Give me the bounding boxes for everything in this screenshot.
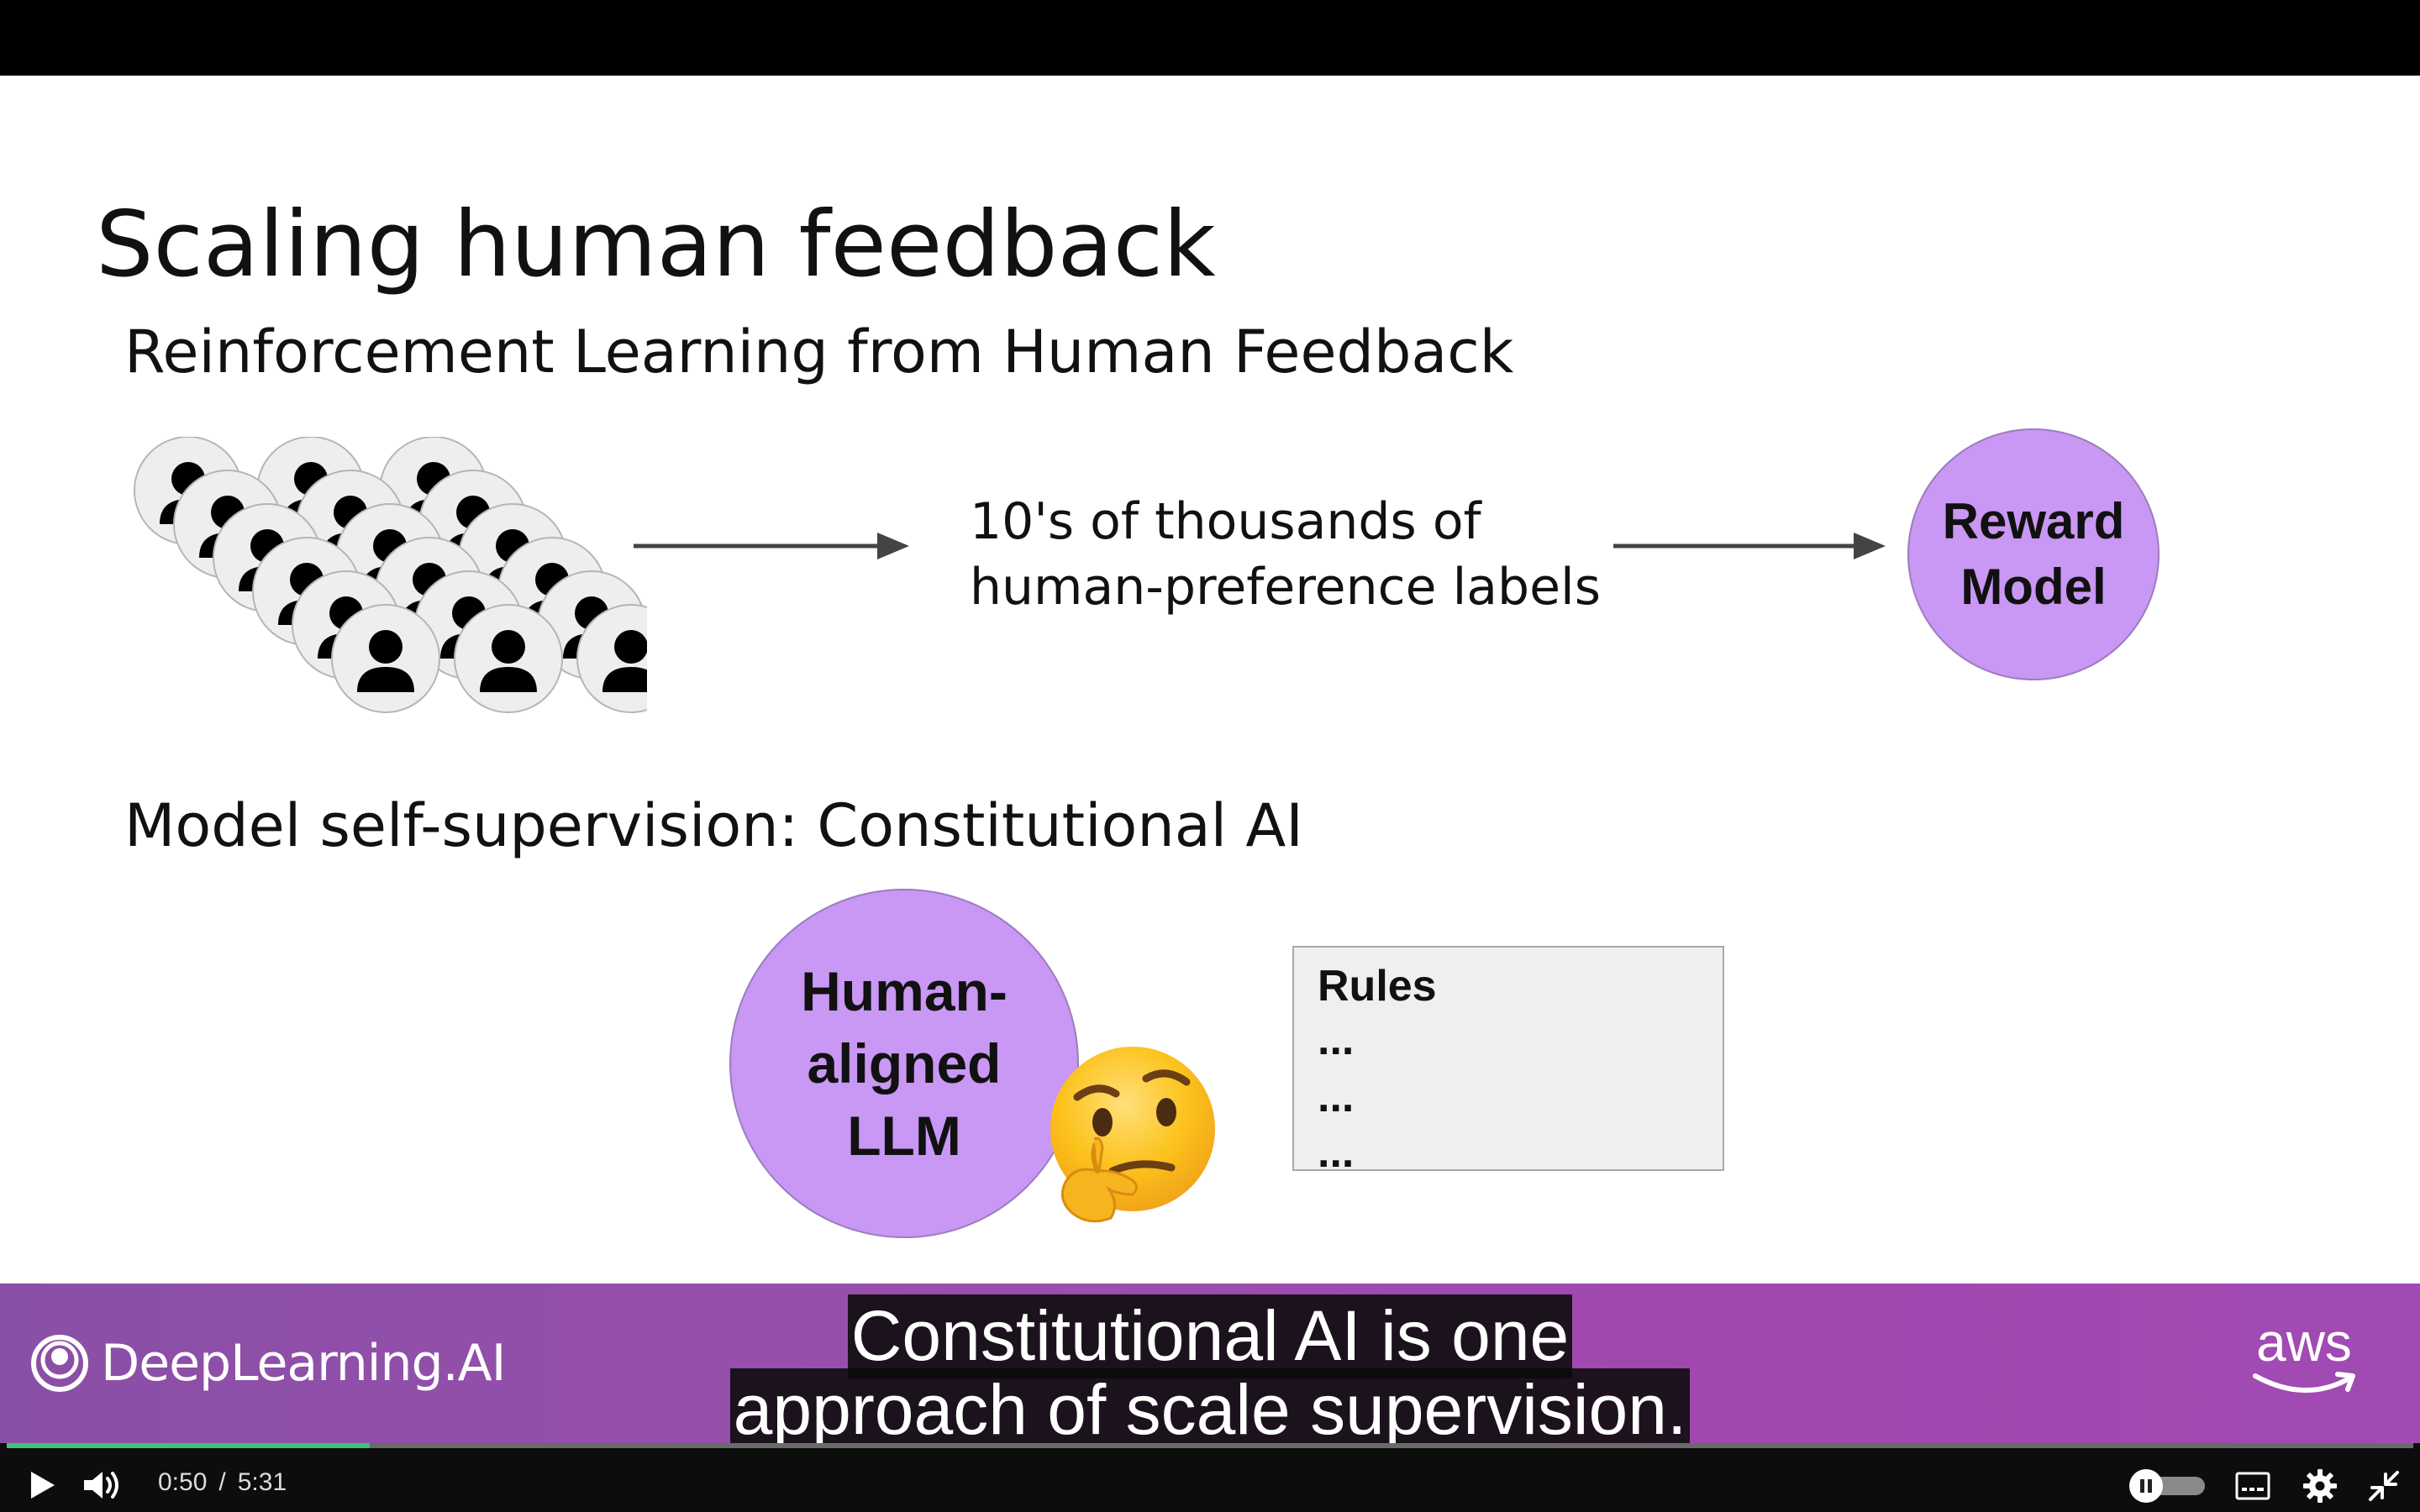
llm-line-2: aligned xyxy=(807,1032,1002,1095)
caption-text-1: Constitutional AI is one xyxy=(847,1294,1573,1378)
slide-title: Scaling human feedback xyxy=(96,192,1216,297)
settings-button[interactable] xyxy=(2299,1465,2341,1507)
reward-model-circle: Reward Model xyxy=(1907,428,2160,680)
slide: Scaling human feedback Reinforcement Lea… xyxy=(0,76,2420,1285)
exit-fullscreen-icon xyxy=(2369,1471,2399,1501)
llm-line-3: LLM xyxy=(847,1105,961,1167)
autoplay-toggle-icon xyxy=(2129,1469,2205,1503)
crowd-of-people-icon xyxy=(134,437,647,713)
rule-item: ... xyxy=(1318,1016,1355,1064)
caption-line-1: Constitutional AI is one xyxy=(0,1294,2420,1378)
volume-button[interactable] xyxy=(79,1465,126,1505)
autoplay-toggle[interactable] xyxy=(2128,1468,2208,1504)
rules-title: Rules xyxy=(1318,962,1437,1011)
captions-icon xyxy=(2235,1472,2270,1500)
volume-icon xyxy=(84,1472,118,1499)
duration: 5:31 xyxy=(237,1468,287,1496)
play-button[interactable] xyxy=(22,1465,62,1505)
settings-gear-icon xyxy=(2303,1469,2337,1503)
exit-fullscreen-button[interactable] xyxy=(2363,1465,2405,1507)
current-time: 0:50 xyxy=(158,1468,208,1496)
video-player: Scaling human feedback Reinforcement Lea… xyxy=(0,0,2420,1512)
thinking-face-emoji xyxy=(1050,1047,1215,1223)
rule-item: ... xyxy=(1318,1073,1355,1121)
arrow-right-icon xyxy=(1613,533,1886,559)
cai-heading: Model self-supervision: Constitutional A… xyxy=(124,791,1303,860)
time-separator: / xyxy=(218,1468,226,1496)
human-aligned-llm-circle: Human- aligned LLM xyxy=(729,889,1079,1238)
captions-button[interactable] xyxy=(2232,1467,2274,1505)
progress-fill xyxy=(7,1443,371,1448)
labels-line-2: human-preference labels xyxy=(970,558,1601,617)
caption-text-2: approach of scale supervision. xyxy=(729,1368,1691,1452)
play-icon xyxy=(31,1472,55,1499)
labels-line-1: 10's of thousands of xyxy=(970,492,1481,551)
reward-line-1: Reward xyxy=(1942,493,2125,549)
rule-item: ... xyxy=(1318,1128,1355,1177)
progress-bar[interactable] xyxy=(7,1443,2413,1448)
rules-box: Rules ... ... ... xyxy=(1292,946,1724,1177)
rlhf-heading: Reinforcement Learning from Human Feedba… xyxy=(124,318,1514,386)
arrow-right-icon xyxy=(634,533,909,559)
player-controls-bar xyxy=(0,1443,2420,1512)
person-icon xyxy=(454,604,563,713)
person-icon xyxy=(331,604,440,713)
preference-labels-text: 10's of thousands of human-preference la… xyxy=(970,489,1601,620)
caption-line-2: approach of scale supervision. xyxy=(0,1368,2420,1452)
reward-line-2: Model xyxy=(1960,559,2107,615)
llm-line-1: Human- xyxy=(801,960,1007,1022)
time-display: 0:50 / 5:31 xyxy=(158,1468,287,1497)
